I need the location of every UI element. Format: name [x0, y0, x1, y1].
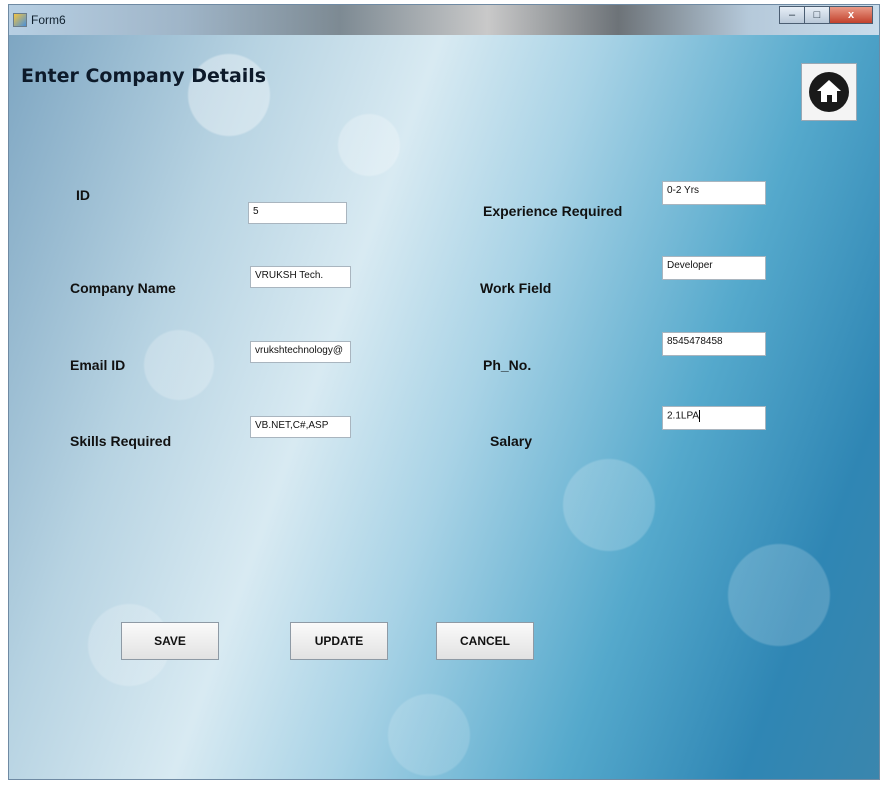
experience-required-label: Experience Required	[483, 203, 623, 219]
maximize-button[interactable]: □	[804, 6, 830, 24]
work-field-label: Work Field	[480, 280, 552, 296]
company-name-label: Company Name	[70, 280, 176, 296]
id-label: ID	[76, 187, 90, 203]
title-bar[interactable]: Form6 – □ x	[9, 5, 879, 35]
experience-required-input[interactable]: 0-2 Yrs	[662, 181, 766, 205]
email-id-label: Email ID	[70, 357, 126, 373]
close-button[interactable]: x	[829, 6, 873, 24]
skills-required-label: Skills Required	[70, 433, 172, 449]
save-button[interactable]: SAVE	[121, 622, 219, 660]
home-button[interactable]	[801, 63, 857, 121]
update-button[interactable]: UPDATE	[290, 622, 388, 660]
id-input[interactable]: 5	[248, 202, 347, 224]
ph-no-label: Ph_No.	[483, 357, 532, 373]
window-title: Form6	[31, 13, 66, 27]
salary-input[interactable]: 2.1LPA	[662, 406, 766, 430]
work-field-input[interactable]: Developer	[662, 256, 766, 280]
phone-number-input[interactable]: 8545478458	[662, 332, 766, 356]
company-name-input[interactable]: VRUKSH Tech.	[250, 266, 351, 288]
window-controls: – □ x	[779, 6, 873, 25]
salary-value: 2.1LPA	[667, 410, 700, 422]
email-id-input[interactable]: vrukshtechnology@	[250, 341, 351, 363]
page-title: Enter Company Details	[21, 65, 267, 87]
form6-window: Form6 – □ x Enter Company Details ID Com…	[8, 4, 880, 780]
cancel-button[interactable]: CANCEL	[436, 622, 534, 660]
minimize-button[interactable]: –	[779, 6, 805, 24]
salary-label: Salary	[490, 433, 533, 449]
home-icon	[809, 72, 849, 112]
app-icon	[13, 13, 27, 27]
form-client-area: Enter Company Details ID Company Name Em…	[9, 35, 879, 779]
text-caret	[699, 410, 701, 422]
skills-required-input[interactable]: VB.NET,C#,ASP	[250, 416, 351, 438]
